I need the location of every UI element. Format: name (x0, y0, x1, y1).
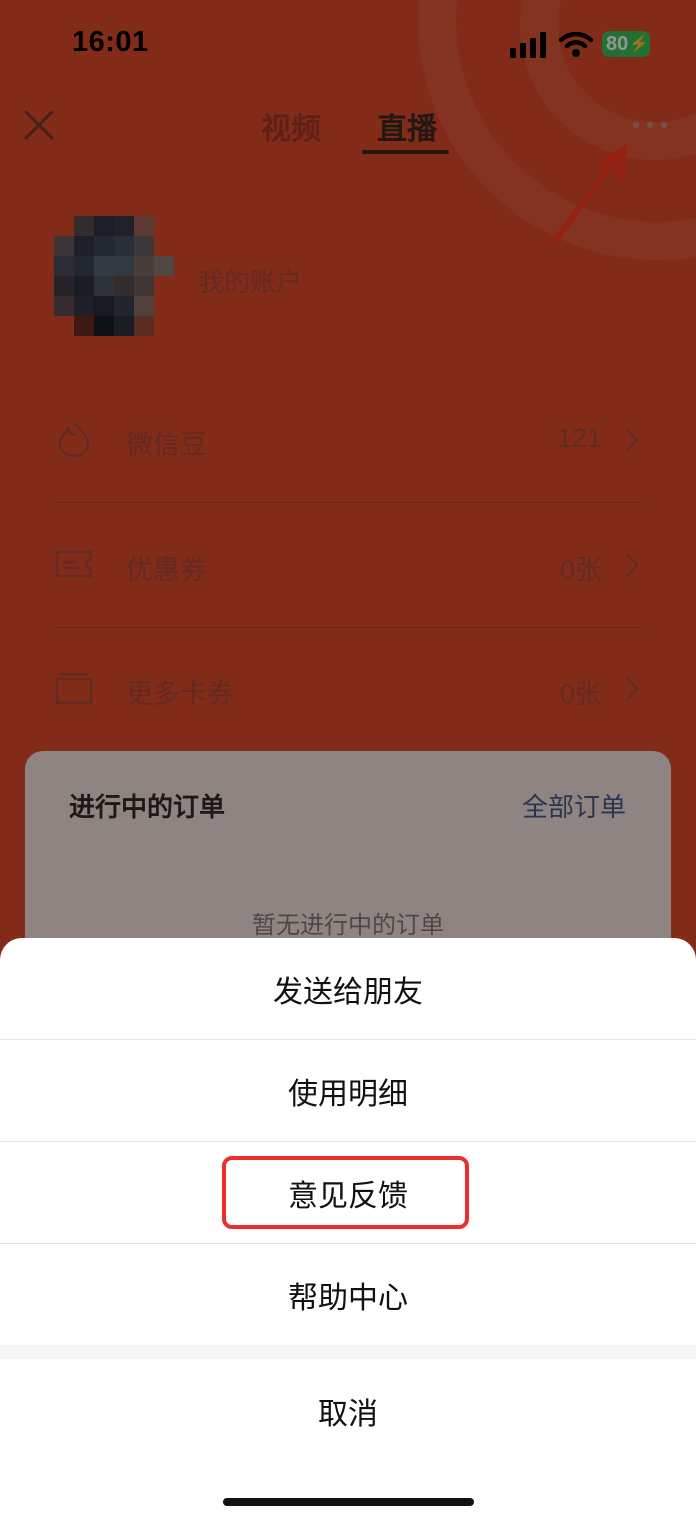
help-center-button[interactable]: 帮助中心 (0, 1244, 696, 1345)
usage-details-button[interactable]: 使用明细 (0, 1040, 696, 1141)
home-indicator (223, 1498, 474, 1506)
send-to-friend-button[interactable]: 发送给朋友 (0, 938, 696, 1039)
annotation-highlight-box (222, 1156, 469, 1229)
cancel-button[interactable]: 取消 (0, 1359, 696, 1463)
sheet-separator (0, 1345, 696, 1359)
action-sheet: 发送给朋友 使用明细 意见反馈 帮助中心 取消 (0, 938, 696, 1517)
